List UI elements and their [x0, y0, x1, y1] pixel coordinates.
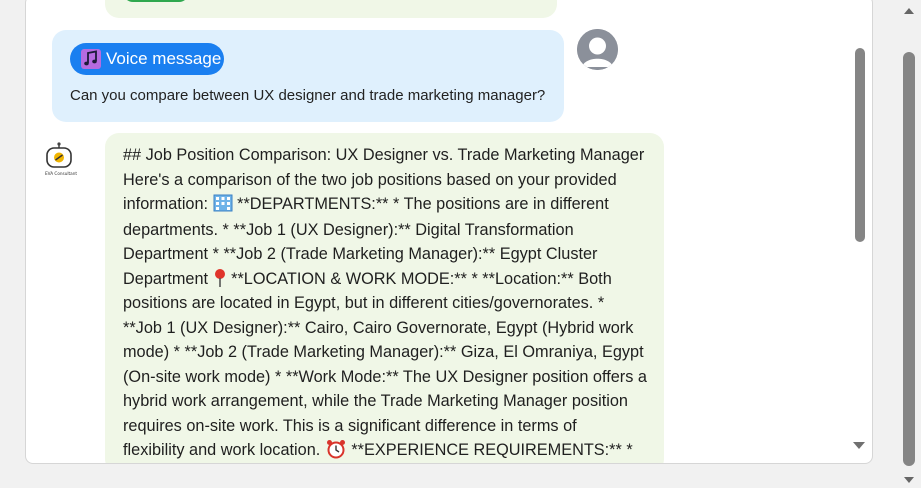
chat-container: Voice message Can you compare between UX… — [25, 0, 873, 464]
bot-line: (On-site work mode) * **Work Mode:** The… — [123, 367, 647, 386]
bot-message-bubble: ## Job Position Comparison: UX Designer … — [105, 133, 664, 463]
voice-message-label: Voice message — [106, 49, 222, 68]
bot-line: positions are located in Egypt, but in d… — [123, 294, 605, 312]
chat-scroll-down-icon[interactable] — [853, 442, 865, 449]
bot-line: Department **LOCATION & WORK MODE:** * *… — [123, 268, 612, 288]
bot-line: mode) * **Job 2 (Trade Marketing Manager… — [123, 343, 644, 361]
bot-line: flexibility and work location. **EXPERIE… — [123, 440, 633, 459]
music-note-icon — [81, 49, 101, 69]
bot-line: ## Job Position Comparison: UX Designer … — [123, 146, 645, 164]
bot-line: Department * **Job 2 (Trade Marketing Ma… — [123, 245, 598, 263]
pushpin-icon — [213, 268, 227, 288]
user-avatar-icon — [577, 29, 618, 70]
robot-icon: EVA Consultant — [45, 142, 77, 176]
bot-line: departments. * **Job 1 (UX Designer):** … — [123, 220, 574, 239]
alarm-clock-icon — [325, 440, 347, 459]
page-scrollbar-thumb[interactable] — [903, 52, 915, 466]
user-message-bubble: Voice message Can you compare between UX… — [52, 30, 564, 122]
previous-message-button[interactable] — [123, 0, 189, 2]
chat-scrollbar-thumb[interactable] — [855, 48, 865, 242]
page-scroll-up-icon[interactable] — [904, 8, 914, 14]
bot-line: information: **DEPARTMENTS:** * The posi… — [123, 194, 609, 213]
office-building-icon — [213, 194, 233, 213]
bot-message-text: ## Job Position Comparison: UX Designer … — [123, 143, 653, 463]
bot-line: Here's a comparison of the two job posit… — [123, 170, 617, 189]
bot-avatar: EVA Consultant — [40, 142, 82, 178]
user-avatar — [577, 29, 618, 70]
previous-message-bubble — [105, 0, 557, 18]
bot-line: requires on-site work. This is a signifi… — [123, 416, 577, 435]
bot-avatar-caption: EVA Consultant — [45, 171, 77, 176]
bot-line: **Job 1 (UX Designer):** Cairo, Cairo Go… — [123, 318, 634, 337]
bot-line: hybrid work arrangement, while the Trade… — [123, 392, 628, 410]
voice-message-button[interactable]: Voice message — [70, 43, 224, 75]
page-scroll-down-icon[interactable] — [904, 477, 914, 483]
user-message-text: Can you compare between UX designer and … — [70, 87, 546, 104]
